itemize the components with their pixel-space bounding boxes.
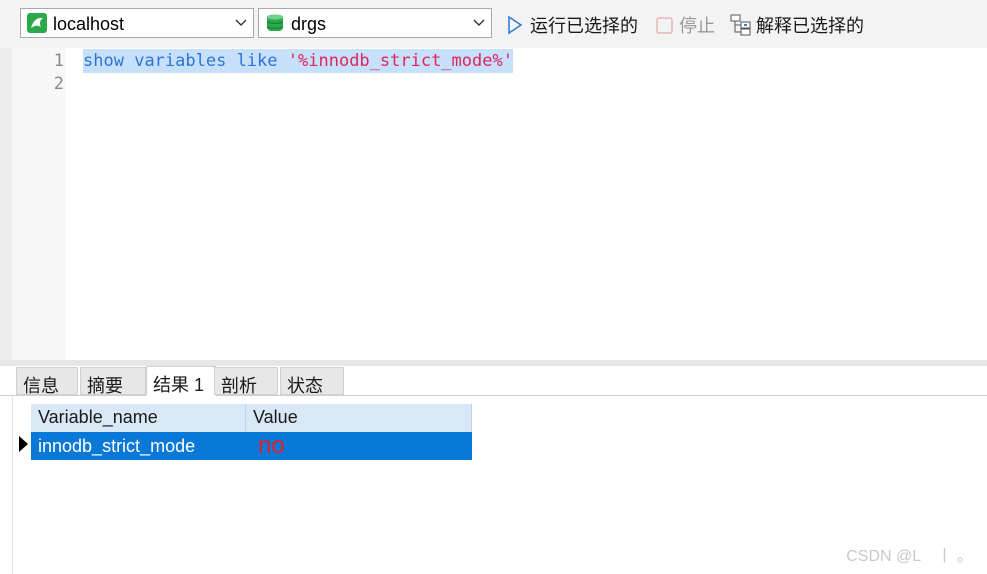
play-icon: [508, 15, 523, 35]
line-number: 1: [53, 51, 64, 71]
cell-value[interactable]: no: [246, 432, 472, 460]
chevron-down-icon[interactable]: [473, 17, 485, 29]
column-header-variable-name[interactable]: Variable_name: [31, 404, 246, 432]
watermark: CSDN @L 丨 。: [846, 548, 973, 565]
connection-name: localhost: [53, 14, 125, 34]
editor-margin: [0, 48, 12, 360]
result-tabs: 信息 摘要 结果 1 剖析 状态: [0, 366, 987, 396]
run-selected-label: 运行已选择的: [530, 16, 638, 36]
tab-info[interactable]: 信息: [16, 367, 78, 396]
toolbar: localhost drgs 运行已选择的 停止 解释已选择的: [0, 0, 987, 48]
database-icon: [266, 14, 284, 31]
explain-plan-icon: [730, 14, 751, 36]
sql-string: '%innodb_strict_mode%': [287, 51, 513, 71]
stop-label: 停止: [679, 16, 715, 36]
stop-icon: [656, 16, 673, 34]
tab-status[interactable]: 状态: [280, 367, 344, 396]
stop-button[interactable]: 停止: [656, 12, 715, 38]
column-header-value[interactable]: Value: [246, 404, 472, 432]
grid-header: Variable_name Value: [31, 404, 472, 432]
sql-keyword: variables: [134, 51, 227, 71]
result-grid: Variable_name Value innodb_strict_mode n…: [12, 396, 987, 574]
table-row[interactable]: innodb_strict_mode no: [31, 432, 472, 460]
sql-editor[interactable]: 1 2 show variables like '%innodb_strict_…: [0, 48, 987, 360]
sql-keyword: show: [83, 51, 124, 71]
mysql-connection-icon: [27, 13, 47, 33]
database-name: drgs: [291, 14, 327, 34]
explain-selected-label: 解释已选择的: [756, 16, 864, 36]
connection-select[interactable]: localhost: [20, 8, 254, 38]
database-select[interactable]: drgs: [258, 8, 492, 38]
line-number: 2: [53, 74, 64, 94]
code-line[interactable]: show variables like '%innodb_strict_mode…: [83, 49, 513, 73]
current-row-marker-icon: [19, 436, 28, 452]
run-selected-button[interactable]: 运行已选择的: [506, 12, 638, 38]
cell-variable-name[interactable]: innodb_strict_mode: [31, 432, 246, 460]
sql-keyword: like: [236, 51, 278, 71]
chevron-down-icon[interactable]: [235, 17, 247, 29]
tab-summary[interactable]: 摘要: [80, 367, 146, 396]
tab-profile[interactable]: 剖析: [214, 367, 278, 396]
tab-result-1[interactable]: 结果 1: [146, 366, 216, 396]
line-number-gutter: 1 2: [12, 48, 66, 360]
explain-selected-button[interactable]: 解释已选择的: [730, 12, 864, 38]
